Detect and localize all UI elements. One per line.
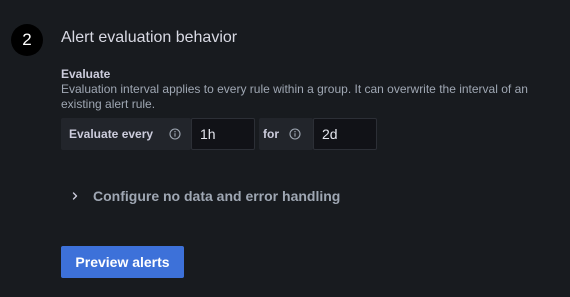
info-circle-icon[interactable] — [169, 128, 181, 140]
step-number-badge: 2 — [11, 24, 43, 56]
configure-no-data-toggle[interactable]: Configure no data and error handling — [70, 188, 340, 204]
evaluate-every-label: Evaluate every — [69, 127, 154, 141]
evaluation-interval-input[interactable]: 1h — [191, 118, 255, 150]
section-title: Alert evaluation behavior — [61, 29, 238, 46]
preview-alerts-button[interactable]: Preview alerts — [61, 246, 184, 278]
step-number: 2 — [22, 30, 32, 49]
pending-period-input[interactable]: 2d — [313, 118, 377, 150]
evaluate-every-label-box: Evaluate every — [61, 118, 191, 150]
evaluate-row: Evaluate every 1h for 2d — [61, 118, 377, 150]
configure-no-data-label: Configure no data and error handling — [93, 188, 341, 204]
for-label: for — [263, 127, 279, 141]
pending-period-label-box: for — [259, 118, 313, 150]
evaluate-label: Evaluate — [61, 67, 111, 81]
chevron-right-icon — [70, 191, 80, 201]
evaluate-description: Evaluation interval applies to every rul… — [61, 82, 528, 111]
info-circle-icon[interactable] — [289, 128, 301, 140]
alert-evaluation-section: 2 Alert evaluation behavior Evaluate Eva… — [0, 0, 570, 297]
